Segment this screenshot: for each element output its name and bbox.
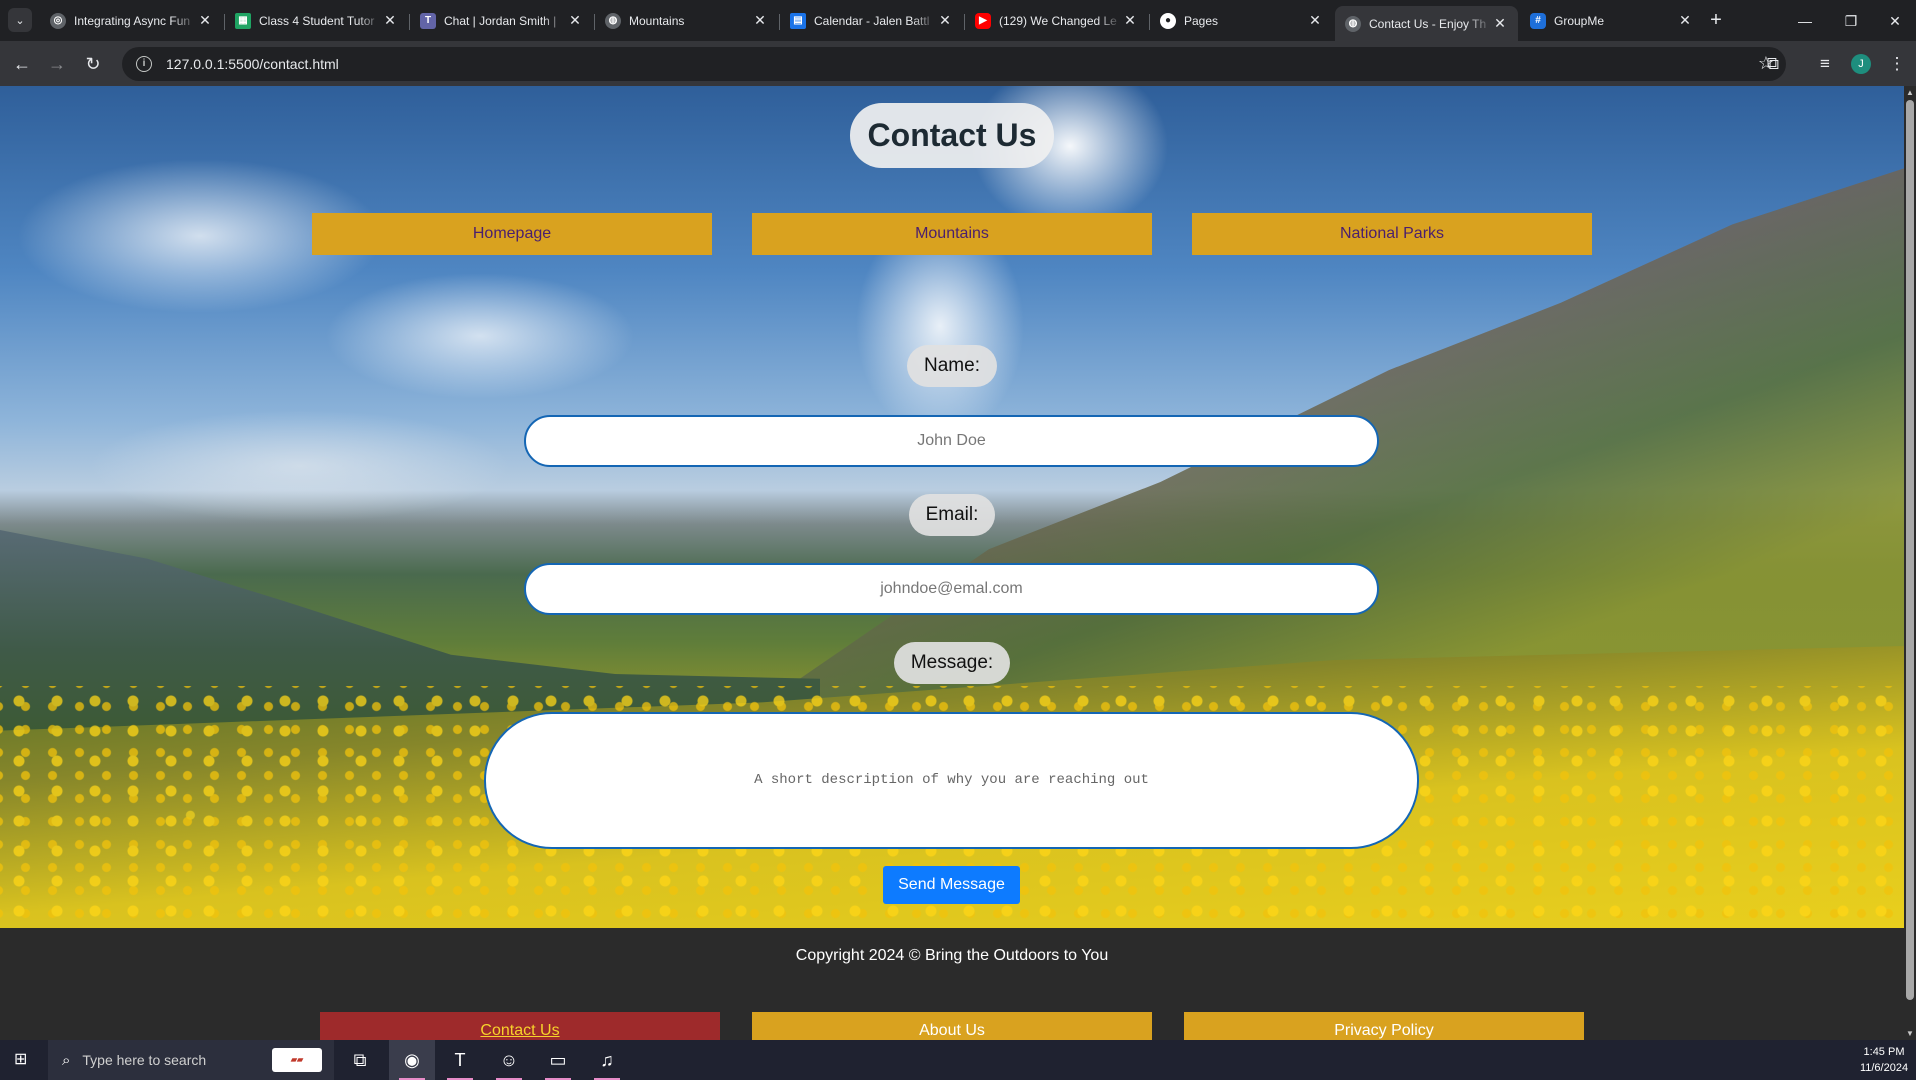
browser-toolbar: ← → ↻ i 127.0.0.1:5500/contact.html ☆ ⧉ … — [0, 41, 1916, 86]
page-footer: Copyright 2024 © Bring the Outdoors to Y… — [0, 928, 1904, 1040]
email-label: Email: — [909, 494, 995, 536]
system-clock[interactable]: 1:45 PM 11/6/2024 — [1855, 1044, 1913, 1076]
windows-start-icon[interactable]: ⊞ — [14, 1051, 32, 1069]
close-icon[interactable]: ✕ — [382, 12, 398, 29]
media-controls-icon[interactable]: ≡ — [1813, 52, 1837, 76]
name-input[interactable]: John Doe — [524, 415, 1379, 467]
new-tab-button[interactable]: + — [1703, 8, 1729, 34]
tab-youtube[interactable]: ▶ (129) We Changed Le ✕ — [965, 6, 1148, 35]
tab-calendar[interactable]: ▤ Calendar - Jalen Battl ✕ — [780, 6, 963, 35]
itunes-icon[interactable]: ♫ — [584, 1040, 630, 1080]
message-label: Message: — [894, 642, 1010, 684]
youtube-icon: ▶ — [975, 12, 991, 29]
scroll-down-icon[interactable]: ▼ — [1904, 1029, 1916, 1038]
page-scrollbar[interactable]: ▲ ▼ — [1904, 86, 1916, 1040]
reload-icon[interactable]: ↻ — [79, 50, 107, 78]
nav-homepage-button[interactable]: Homepage — [312, 213, 712, 255]
site-icon: ◎ — [50, 12, 66, 29]
scroll-up-icon[interactable]: ▲ — [1904, 88, 1916, 97]
nav-national-parks-button[interactable]: National Parks — [1192, 213, 1592, 255]
page-viewport: Contact Us Homepage Mountains National P… — [0, 86, 1904, 1040]
nav-mountains-button[interactable]: Mountains — [752, 213, 1152, 255]
menu-kebab-icon[interactable]: ⋮ — [1885, 52, 1909, 76]
copyright-text: Copyright 2024 © Bring the Outdoors to Y… — [795, 947, 1109, 964]
search-highlight-image[interactable]: ▰▰ — [272, 1048, 322, 1072]
minimize-button[interactable]: — — [1782, 8, 1828, 34]
send-message-button[interactable]: Send Message — [883, 866, 1020, 904]
windows-taskbar: ⊞ ⌕ Type here to search ▰▰ ⧉ ◉ T ☺ ▭ ♫ 1… — [0, 1040, 1916, 1080]
close-icon[interactable]: ✕ — [1122, 12, 1138, 29]
extensions-icon[interactable]: ⧉ — [1761, 52, 1785, 76]
calendar-icon: ▤ — [790, 12, 806, 29]
close-icon[interactable]: ✕ — [937, 12, 953, 29]
tab-groupme[interactable]: # GroupMe ✕ — [1520, 6, 1703, 35]
tab-pages[interactable]: ● Pages ✕ — [1150, 6, 1333, 35]
tab-strip: ⌄ ◎ Integrating Async Fun ✕ ▦ Class 4 St… — [0, 0, 1916, 41]
close-icon[interactable]: ✕ — [1307, 12, 1323, 29]
globe-icon: ◍ — [1345, 15, 1361, 32]
forward-icon[interactable]: → — [43, 50, 71, 78]
address-bar[interactable]: i 127.0.0.1:5500/contact.html ☆ — [122, 47, 1786, 81]
back-icon[interactable]: ← — [8, 50, 36, 78]
scrollbar-thumb[interactable] — [1906, 100, 1914, 1000]
email-input[interactable]: johndoe@emal.com — [524, 563, 1379, 615]
twitch-icon[interactable]: ▭ — [535, 1040, 581, 1080]
page-title: Contact Us — [850, 103, 1054, 168]
groupme-icon: # — [1530, 12, 1546, 29]
url-text[interactable]: 127.0.0.1:5500/contact.html — [166, 56, 339, 72]
profile-avatar[interactable]: J — [1851, 54, 1871, 74]
chrome-icon[interactable]: ◉ — [389, 1040, 435, 1080]
message-textarea[interactable]: A short description of why you are reach… — [484, 712, 1419, 849]
google-sheets-icon: ▦ — [235, 12, 251, 29]
github-icon: ● — [1160, 12, 1176, 29]
task-view-icon[interactable]: ⧉ — [337, 1040, 383, 1080]
teams-icon[interactable]: T — [437, 1040, 483, 1080]
tab-integrating-async[interactable]: ◎ Integrating Async Fun ✕ — [40, 6, 223, 35]
clock-time: 1:45 PM — [1863, 1046, 1905, 1058]
close-icon[interactable]: ✕ — [567, 12, 583, 29]
search-icon: ⌕ — [62, 1051, 71, 1069]
tab-mountains[interactable]: ◍ Mountains ✕ — [595, 6, 778, 35]
close-icon[interactable]: ✕ — [1677, 12, 1693, 29]
site-info-icon[interactable]: i — [136, 56, 152, 72]
taskbar-search-box[interactable]: ⌕ Type here to search ▰▰ — [48, 1040, 334, 1080]
taskbar-search-placeholder: Type here to search — [82, 1052, 207, 1068]
tab-search-chevron-icon[interactable]: ⌄ — [8, 8, 32, 32]
tab-class-4-student[interactable]: ▦ Class 4 Student Tutor ✕ — [225, 6, 408, 35]
tab-chat-jordan-smith[interactable]: T Chat | Jordan Smith | ✕ — [410, 6, 593, 35]
globe-icon: ◍ — [605, 12, 621, 29]
restore-button[interactable]: ❐ — [1828, 8, 1874, 34]
close-icon[interactable]: ✕ — [1492, 15, 1508, 32]
teams-icon: T — [420, 12, 436, 29]
tab-contact-us[interactable]: ◍ Contact Us - Enjoy Th ✕ — [1335, 6, 1518, 41]
close-icon[interactable]: ✕ — [752, 12, 768, 29]
close-icon[interactable]: ✕ — [197, 12, 213, 29]
close-window-button[interactable]: ✕ — [1872, 8, 1916, 34]
discord-icon[interactable]: ☺ — [486, 1040, 532, 1080]
clock-date: 11/6/2024 — [1859, 1062, 1909, 1074]
name-label: Name: — [907, 345, 997, 387]
